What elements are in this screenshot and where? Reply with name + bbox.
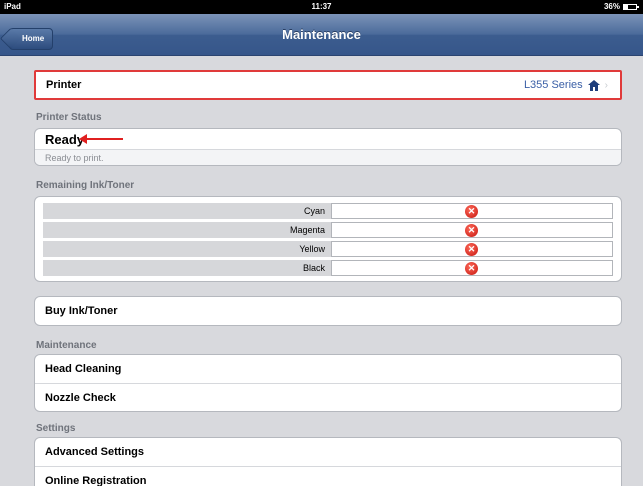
page-title: Maintenance — [282, 27, 361, 42]
settings-group: Advanced Settings Online Registration — [34, 437, 622, 486]
ink-name: Cyan — [303, 206, 325, 216]
clock: 11:37 — [311, 2, 332, 11]
chevron-right-icon: › — [604, 79, 608, 91]
battery-icon — [623, 3, 639, 10]
battery-status: 36% — [603, 2, 639, 11]
ink-name: Yellow — [299, 244, 325, 254]
ink-name: Black — [302, 263, 325, 273]
battery-percent: 36% — [603, 2, 620, 11]
buy-group: Buy Ink/Toner — [34, 296, 622, 326]
printer-selector[interactable]: Printer L355 Series › — [34, 70, 622, 100]
ink-level-bar: ✕ — [331, 241, 613, 257]
error-x-icon: ✕ — [465, 262, 478, 275]
ink-row-yellow: Yellow ✕ — [43, 241, 613, 257]
error-x-icon: ✕ — [465, 224, 478, 237]
error-x-icon: ✕ — [465, 205, 478, 218]
advanced-settings-item[interactable]: Advanced Settings — [35, 438, 621, 466]
ink-level-bar: ✕ — [331, 260, 613, 276]
annotation-arrow-icon — [79, 134, 123, 144]
ink-header: Remaining Ink/Toner — [36, 180, 135, 191]
ink-name: Magenta — [289, 225, 325, 235]
online-registration-item[interactable]: Online Registration — [35, 466, 621, 486]
ink-level-bar: ✕ — [331, 203, 613, 219]
printer-value: L355 Series › — [524, 79, 608, 91]
status-bar: iPad 11:37 36% — [0, 0, 643, 14]
printer-status-header: Printer Status — [36, 112, 102, 123]
ink-levels-group: Cyan ✕ Magenta ✕ Yellow ✕ Black ✕ — [34, 196, 622, 282]
home-back-button[interactable]: Home — [9, 28, 54, 50]
maintenance-header: Maintenance — [36, 340, 97, 351]
printer-label: Printer — [46, 79, 82, 91]
navigation-bar: Home Maintenance — [0, 14, 643, 56]
error-x-icon: ✕ — [465, 243, 478, 256]
buy-ink-button[interactable]: Buy Ink/Toner — [35, 297, 621, 325]
ink-row-black: Black ✕ — [43, 260, 613, 276]
ink-row-cyan: Cyan ✕ — [43, 203, 613, 219]
maintenance-group: Head Cleaning Nozzle Check — [34, 354, 622, 412]
head-cleaning-item[interactable]: Head Cleaning — [35, 355, 621, 383]
home-icon — [587, 79, 600, 91]
printer-state: Ready — [35, 129, 621, 149]
ink-level-bar: ✕ — [331, 222, 613, 238]
printer-model: L355 Series — [523, 79, 583, 91]
settings-header: Settings — [36, 423, 76, 434]
printer-status-group: Ready Ready to print. — [34, 128, 622, 166]
nozzle-check-item[interactable]: Nozzle Check — [35, 383, 621, 411]
printer-state-detail: Ready to print. — [35, 149, 621, 165]
ink-row-magenta: Magenta ✕ — [43, 222, 613, 238]
